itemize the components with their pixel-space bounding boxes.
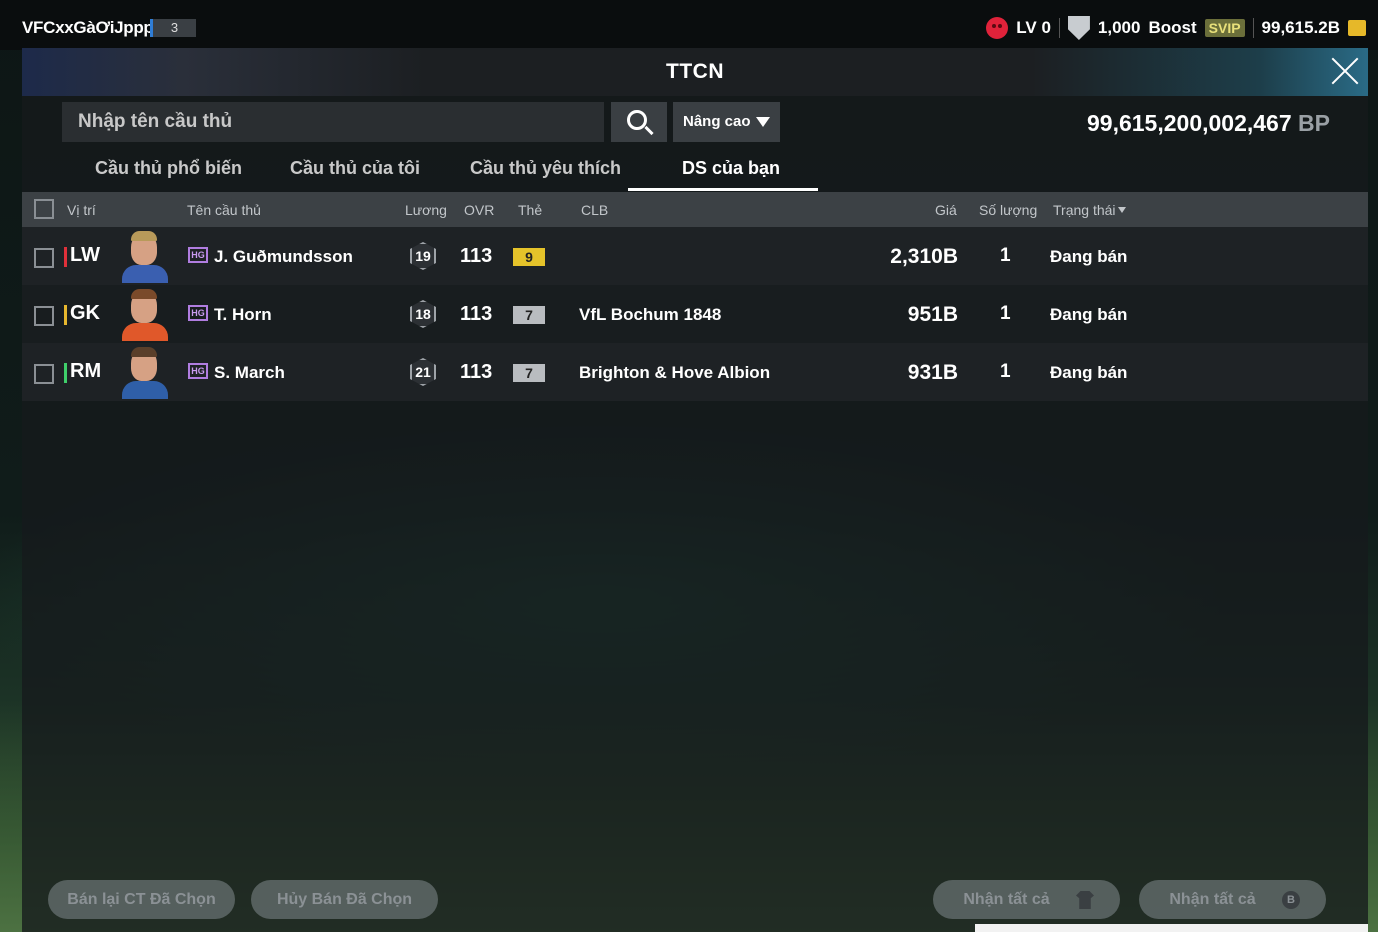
listing-status: Đang bán <box>1050 247 1128 266</box>
tab-popular-players[interactable]: Cầu thủ phổ biến <box>95 158 242 179</box>
position-color-bar <box>64 305 67 325</box>
user-level-badge: 3 <box>150 19 196 37</box>
player-position: GK <box>70 302 100 324</box>
player-name[interactable]: J. Guðmundsson <box>214 247 353 267</box>
cancel-selected-button[interactable]: Hủy Bán Đã Chọn <box>251 880 438 919</box>
bp-total-value: 99,615,200,002,467 <box>1087 110 1292 136</box>
bottom-overlay-strip <box>975 924 1368 932</box>
card-level-badge: 7 <box>513 364 545 382</box>
advanced-filter-dropdown[interactable]: Nâng cao <box>673 102 780 142</box>
table-row[interactable]: LW HG J. Guðmundsson 19 113 9 2,310B 1 Đ… <box>22 227 1368 285</box>
top-status-bar: VFCxxGàƠiJpppp 3 LV 0 1,000 Boost SVIP 9… <box>0 0 1378 50</box>
table-header: Vị trí Tên cầu thủ Lương OVR Thẻ CLB Giá… <box>22 192 1368 227</box>
player-name[interactable]: S. March <box>214 363 285 383</box>
player-position: LW <box>70 244 100 266</box>
row-checkbox[interactable] <box>34 364 54 384</box>
search-button[interactable] <box>611 102 667 142</box>
player-ovr: 113 <box>460 245 493 267</box>
boost-label[interactable]: Boost <box>1148 18 1196 38</box>
position-color-bar <box>64 247 67 267</box>
salary-badge: 18 <box>410 300 436 328</box>
col-ovr[interactable]: OVR <box>464 202 494 218</box>
divider <box>1058 18 1060 38</box>
collect-all-bp-button[interactable]: Nhận tất cả B <box>1139 880 1326 919</box>
listing-price: 931B <box>907 361 958 384</box>
salary-badge: 19 <box>410 242 436 270</box>
coin-balance[interactable]: 99,615.2B <box>1262 18 1340 38</box>
listing-price: 951B <box>907 303 958 326</box>
row-checkbox[interactable] <box>34 248 54 268</box>
lv-label[interactable]: LV 0 <box>1016 18 1051 38</box>
shield-icon <box>1067 16 1090 40</box>
col-status-label: Trạng thái <box>1053 202 1116 218</box>
card-level-badge: 9 <box>513 248 545 266</box>
svip-badge[interactable]: SVIP <box>1204 19 1245 37</box>
panel-title: TTCN <box>666 60 724 83</box>
select-all-checkbox[interactable] <box>34 199 54 219</box>
listing-quantity: 1 <box>1000 361 1011 382</box>
row-checkbox[interactable] <box>34 306 54 326</box>
tab-my-players[interactable]: Cầu thủ của tôi <box>290 158 420 179</box>
listing-price: 2,310B <box>890 245 958 268</box>
table-row[interactable]: RM HG S. March 21 113 7 Brighton & Hove … <box>22 343 1368 401</box>
divider <box>1252 18 1254 38</box>
tab-bar: Cầu thủ phổ biến Cầu thủ của tôi Cầu thủ… <box>62 152 822 191</box>
advanced-filter-label: Nâng cao <box>683 113 751 130</box>
player-name[interactable]: T. Horn <box>214 305 272 325</box>
title-bar: TTCN <box>22 48 1368 96</box>
table-row[interactable]: GK HG T. Horn 18 113 7 VfL Bochum 1848 9… <box>22 285 1368 343</box>
username[interactable]: VFCxxGàƠiJpppp <box>22 18 164 38</box>
player-club: VfL Bochum 1848 <box>579 305 722 324</box>
listing-status: Đang bán <box>1050 305 1128 324</box>
close-icon[interactable] <box>1330 56 1360 86</box>
tab-your-listings[interactable]: DS của bạn <box>682 158 780 179</box>
listing-status: Đang bán <box>1050 363 1128 382</box>
tab-favorite-players[interactable]: Cầu thủ yêu thích <box>470 158 621 179</box>
player-position: RM <box>70 360 102 382</box>
transfer-market-panel: TTCN Nâng cao 99,615,200,002,467 BP Cầu … <box>22 48 1368 932</box>
bp-coin-icon: B <box>1282 891 1300 909</box>
collect-all-bp-label: Nhận tất cả <box>1169 891 1256 908</box>
player-ovr: 113 <box>460 303 493 325</box>
col-salary[interactable]: Lương <box>405 202 447 218</box>
col-club[interactable]: CLB <box>581 202 608 218</box>
card-level-badge: 7 <box>513 306 545 324</box>
bp-balance: 99,615,200,002,467 BP <box>1087 110 1330 137</box>
position-color-bar <box>64 363 67 383</box>
col-position[interactable]: Vị trí <box>67 202 96 218</box>
search-input[interactable] <box>62 102 604 142</box>
col-player-name[interactable]: Tên cầu thủ <box>187 202 261 218</box>
resell-selected-button[interactable]: Bán lại CT Đã Chọn <box>48 880 235 919</box>
currency-bar: LV 0 1,000 Boost SVIP 99,615.2B <box>986 14 1366 42</box>
caret-down-icon <box>756 117 770 127</box>
shield-value[interactable]: 1,000 <box>1098 18 1141 38</box>
active-tab-indicator <box>628 188 818 191</box>
col-card[interactable]: Thẻ <box>518 202 542 218</box>
collect-all-players-button[interactable]: Nhận tất cả <box>933 880 1120 919</box>
homegrown-badge: HG <box>188 247 208 263</box>
listing-quantity: 1 <box>1000 245 1011 266</box>
bp-unit: BP <box>1291 110 1330 136</box>
coin-icon <box>1348 20 1366 36</box>
player-club: Brighton & Hove Albion <box>579 363 771 382</box>
player-ovr: 113 <box>460 361 493 383</box>
homegrown-badge: HG <box>188 363 208 379</box>
col-price[interactable]: Giá <box>935 202 957 218</box>
sort-caret-icon <box>1117 207 1126 213</box>
homegrown-badge: HG <box>188 305 208 321</box>
sad-face-icon <box>986 17 1009 39</box>
col-quantity[interactable]: Số lượng <box>979 202 1037 218</box>
shirt-icon <box>1076 891 1094 909</box>
player-avatar <box>122 345 168 399</box>
salary-badge: 21 <box>410 358 436 386</box>
col-status[interactable]: Trạng thái <box>1053 202 1126 218</box>
collect-all-players-label: Nhận tất cả <box>963 891 1050 908</box>
player-avatar <box>122 229 168 283</box>
listing-quantity: 1 <box>1000 303 1011 324</box>
player-avatar <box>122 287 168 341</box>
